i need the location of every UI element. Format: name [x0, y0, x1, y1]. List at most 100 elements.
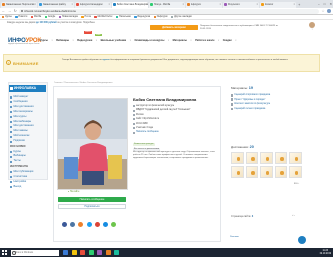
bookmark-item[interactable]: Новая вкладка	[58, 15, 78, 19]
nav-item[interactable]: Скидки	[223, 38, 232, 44]
sidebar-item-icon	[10, 125, 13, 128]
bookmark-item[interactable]: Mozilla	[30, 15, 41, 19]
taskbar-app-icon[interactable]	[71, 250, 77, 255]
breadcrumb[interactable]: Главная / Пользователи / Бойко Светлана …	[54, 82, 112, 84]
taskbar-app-icon[interactable]	[80, 250, 85, 255]
sidebar-menu: Мой аккаунт Сообщения Мои достижения Мои ма…	[10, 95, 46, 189]
nav-item[interactable]: Материалы	[173, 38, 187, 44]
profile-photo	[57, 98, 128, 190]
social-share-icon[interactable]	[94, 222, 100, 227]
certificate-thumbnail[interactable]	[231, 152, 244, 164]
social-share-icon[interactable]	[70, 222, 76, 227]
sidebar-item[interactable]: Тесты	[10, 159, 46, 164]
help-icon[interactable]: ?	[300, 29, 324, 31]
materials-title: Материалы: 19	[231, 86, 315, 90]
sidebar-item-icon	[10, 180, 13, 184]
nav-item[interactable]: Работа в школе	[195, 38, 214, 44]
certificate-thumbnail[interactable]	[245, 152, 258, 164]
taskbar-search-input[interactable]: Поиск в Windows	[11, 249, 59, 256]
taskbar-app-icon[interactable]	[114, 250, 119, 255]
certificate-thumbnail[interactable]	[245, 166, 258, 178]
warning-text: Теперь Вы можете пройти обучение на курс…	[62, 59, 314, 62]
bookmark-star-icon[interactable]: ☆	[321, 9, 324, 13]
reload-icon[interactable]: ↻	[14, 9, 17, 13]
certificate-thumbnail[interactable]	[231, 166, 244, 178]
certificate-thumbnail[interactable]	[260, 152, 273, 164]
tab-favicon-icon	[76, 3, 80, 7]
social-share-icon[interactable]	[86, 222, 92, 227]
certificate-thumbnail[interactable]	[274, 152, 287, 164]
materials-label: Материалы:	[231, 86, 248, 90]
social-share-icon[interactable]	[62, 222, 67, 227]
warning-text-start: Теперь Вы можете пройти обучение на	[62, 59, 102, 61]
social-share-icon[interactable]	[78, 222, 84, 227]
windows-start-icon[interactable]	[2, 250, 7, 255]
bookmark-item[interactable]: Почта	[81, 15, 91, 19]
url-input[interactable]: infourok.ru/user/boyko-svetlana-vladimir…	[19, 8, 319, 14]
user-menu[interactable]: ?	[300, 22, 324, 36]
bookmark-item[interactable]: Новости	[15, 15, 28, 19]
certificate-thumbnail[interactable]	[289, 166, 302, 178]
tab-title: Інфоурок	[191, 3, 201, 6]
material-link[interactable]: Сценарий летнего праздника	[231, 107, 315, 112]
taskbar-app-icon[interactable]	[105, 250, 111, 255]
bookmark-item[interactable]: Начальная	[115, 15, 131, 19]
bookmark-label: Новая вкладка	[61, 15, 78, 18]
sidebar-item[interactable]: Подписки	[10, 139, 46, 144]
certificate-thumbnail[interactable]	[289, 152, 302, 164]
taskbar-apps	[63, 250, 119, 255]
nav-caret-icon: ▾	[217, 39, 220, 42]
taskbar-app-icon[interactable]	[63, 250, 68, 255]
nav-item[interactable]: Олимпиады и конкурсы	[134, 38, 164, 44]
taskbar-app-icon[interactable]	[88, 250, 94, 255]
sidebar-item-icon	[10, 160, 13, 163]
tab-favicon-icon	[39, 3, 43, 7]
send-message-button[interactable]: Написать сообщение	[58, 197, 126, 202]
nav-item[interactable]: Курсы	[40, 38, 48, 44]
materials-count[interactable]: 19	[249, 86, 253, 90]
certificates-grid	[231, 152, 315, 178]
bookmark-label: Новости	[18, 15, 28, 18]
pager[interactable]: ‹ ›	[292, 214, 294, 217]
social-share-icon[interactable]	[102, 222, 108, 227]
bookmark-item[interactable]: Mozilla Firefox	[94, 15, 112, 19]
certificate-thumbnail[interactable]	[274, 166, 287, 178]
sidebar-item-icon	[10, 150, 13, 154]
browser-profile-avatar[interactable]	[327, 9, 331, 13]
nav-item[interactable]: Школьные учебники	[101, 38, 127, 44]
scroll-top-button[interactable]	[296, 236, 308, 246]
bookmark-item[interactable]: Видеоуроки	[134, 15, 150, 19]
window-controls: – □ ✕	[318, 0, 332, 8]
sidebar-item[interactable]: Выход	[10, 185, 46, 190]
tab-title: Завантаження файлу	[43, 3, 66, 6]
nav-item[interactable]: Видеоуроки	[77, 38, 92, 44]
close-window-icon[interactable]: ✕	[329, 0, 332, 8]
social-share-icon[interactable]	[111, 222, 117, 227]
bookmark-item[interactable]: Другие закладки	[171, 15, 192, 19]
info-icon	[133, 122, 135, 125]
system-clock[interactable]: 11:23 19.10.2019	[320, 250, 333, 256]
bookmark-item[interactable]: Курсы	[2, 15, 12, 19]
achievements-count[interactable]: 20	[250, 145, 254, 149]
user-avatar[interactable]	[309, 22, 315, 28]
ads-label: Реклама	[230, 236, 239, 238]
bookmark-item[interactable]: Инфоурок	[153, 15, 168, 19]
add-material-button[interactable]: Добавить материал	[150, 25, 198, 30]
subscribe-button[interactable]: Подписаться	[58, 204, 126, 209]
certificate-thumbnail[interactable]	[260, 166, 273, 178]
all-achievements-link[interactable]: все ›	[294, 182, 299, 185]
minimize-icon[interactable]: –	[318, 0, 320, 8]
infolavka-logo[interactable]: ИНФОЛАВКА	[9, 85, 46, 92]
nav-item[interactable]: Вебинары	[56, 38, 69, 44]
profile-photo-image	[58, 99, 127, 189]
forward-icon[interactable]: →	[8, 9, 11, 13]
top-promo-highlight[interactable]: до 100 000 рублей	[36, 22, 57, 24]
profile-info-row[interactable]: Написать сообщение	[133, 130, 217, 134]
bookmark-item[interactable]: Google	[44, 15, 55, 19]
taskbar-app-icon[interactable]	[97, 250, 102, 255]
warning-link[interactable]: курсах	[102, 59, 109, 61]
back-icon[interactable]: ←	[2, 9, 5, 13]
maximize-icon[interactable]: □	[324, 0, 326, 8]
bookmark-label: Другие закладки	[174, 15, 192, 18]
info-icon	[133, 114, 135, 117]
